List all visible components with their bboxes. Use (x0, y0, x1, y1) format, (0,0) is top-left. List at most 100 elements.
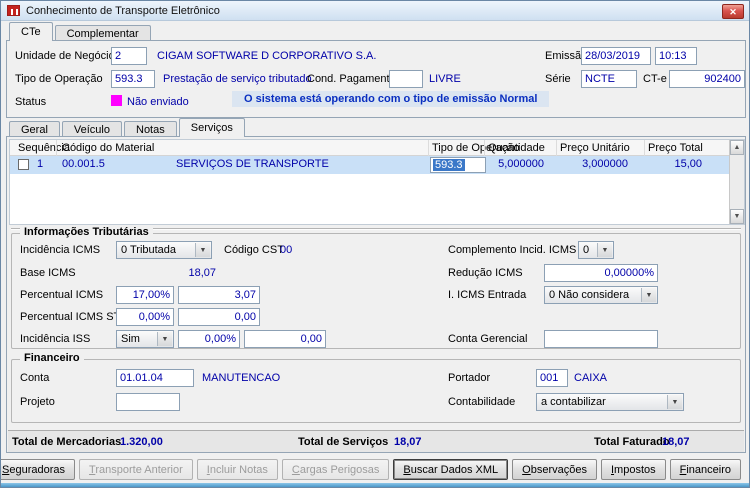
dropdown-arrow-icon[interactable] (641, 288, 656, 302)
table-vertical-scrollbar[interactable] (729, 140, 744, 224)
incluir-notas-button: Incluir Notas (196, 459, 278, 480)
icms-entrada-select[interactable]: 0 Não considera (544, 286, 658, 304)
observacoes-button[interactable]: Observações (512, 459, 597, 480)
incidencia-icms-select[interactable]: 0 Tributada (116, 241, 212, 259)
tributarias-group: Informações Tributárias Incidência ICMS … (11, 226, 741, 349)
dropdown-arrow-icon[interactable] (667, 395, 682, 409)
contabilidade-label: Contabilidade (448, 396, 516, 408)
cell-quantidade: 5,000000 (498, 158, 544, 170)
incidencia-icms-value: 0 Tributada (121, 244, 177, 256)
complemento-incid-label: Complemento Incid. ICMS (448, 244, 577, 256)
col-preco-unitario: Preço Unitário (560, 142, 630, 154)
contabilidade-select[interactable]: a contabilizar (536, 393, 684, 411)
close-button[interactable] (722, 4, 744, 19)
codigo-cst-label: Código CST (224, 244, 284, 256)
reducao-icms-field[interactable]: 0,00000% (544, 264, 658, 282)
financeiro-group: Financeiro Conta 01.01.04 MANUTENCAO Por… (11, 352, 741, 423)
projeto-field[interactable] (116, 393, 180, 411)
dropdown-arrow-icon[interactable] (157, 332, 172, 346)
incidencia-iss-select[interactable]: Sim (116, 330, 174, 348)
tab-cte-label: CTe (21, 26, 41, 38)
tab-servicos-label: Serviços (190, 122, 233, 134)
cell-tipo-operacao-value: 593.3 (433, 159, 465, 171)
tab-notas-label: Notas (136, 123, 165, 136)
system-message: O sistema está operando com o tipo de em… (232, 91, 550, 107)
dropdown-arrow-icon[interactable] (195, 243, 210, 257)
buscar-dados-xml-button-label: Buscar Dados XML (403, 463, 499, 476)
scroll-down-icon[interactable] (730, 209, 744, 224)
col-codigo-material: Código do Material (62, 142, 155, 154)
unidade-negocio-field[interactable]: 2 (111, 47, 147, 65)
buscar-dados-xml-button[interactable]: Buscar Dados XML (393, 459, 509, 480)
iss-valor-field[interactable]: 0,00 (244, 330, 326, 348)
tributarias-title: Informações Tributárias (20, 226, 153, 238)
seguradoras-button[interactable]: Seguradoras (1, 459, 76, 480)
financeiro-title: Financeiro (20, 352, 84, 364)
impostos-button[interactable]: Impostos (600, 459, 666, 480)
serie-label: Série (545, 73, 571, 85)
projeto-label: Projeto (20, 396, 55, 408)
portador-label: Portador (448, 372, 491, 384)
icms-entrada-label: I. ICMS Entrada (448, 289, 527, 301)
percentual-icms-st-pct-field[interactable]: 0,00% (116, 308, 174, 326)
seguradoras-button-label: Seguradoras (2, 463, 66, 476)
column-separator (556, 140, 557, 156)
cte-number-field[interactable]: 902400 (669, 70, 745, 88)
total-servicos-value: 18,07 (394, 436, 422, 448)
portador-field[interactable]: 001 (536, 369, 568, 387)
tab-complementar[interactable]: Complementar (54, 25, 151, 41)
emissao-time-field[interactable]: 10:13 (655, 47, 697, 65)
iss-pct-field[interactable]: 0,00% (178, 330, 240, 348)
table-row[interactable]: 1 00.001.5 SERVIÇOS DE TRANSPORTE 593.3 … (10, 156, 729, 174)
percentual-icms-valor-field[interactable]: 3,07 (178, 286, 260, 304)
tipo-operacao-field[interactable]: 593.3 (111, 70, 155, 88)
main-panel: Sequência Código do Material Tipo de Ope… (6, 136, 746, 453)
scroll-up-icon[interactable] (730, 140, 744, 155)
serie-field[interactable]: NCTE (581, 70, 637, 88)
cte-window: Conhecimento de Transporte Eletrônico CT… (0, 0, 750, 488)
col-quantidade: Quantidade (488, 142, 545, 154)
percentual-icms-st-valor-field[interactable]: 0,00 (178, 308, 260, 326)
conta-label: Conta (20, 372, 50, 384)
cell-material: SERVIÇOS DE TRANSPORTE (176, 158, 329, 170)
tab-geral[interactable]: Geral (9, 121, 60, 137)
tab-veiculo[interactable]: Veículo (61, 121, 122, 137)
mid-tab-strip: Geral Veículo Notas Serviços (9, 118, 247, 137)
unidade-negocio-label: Unidade de Negócio (15, 50, 115, 62)
tab-veiculo-label: Veículo (73, 123, 110, 136)
column-separator (484, 140, 485, 156)
dropdown-arrow-icon[interactable] (597, 243, 612, 257)
tab-geral-label: Geral (21, 123, 48, 136)
titlebar: Conhecimento de Transporte Eletrônico (1, 1, 749, 21)
total-mercadorias-label: Total de Mercadorias (12, 436, 122, 448)
conta-gerencial-label: Conta Gerencial (448, 333, 528, 345)
cond-pagamento-field[interactable] (389, 70, 423, 88)
window-bottom-edge (1, 483, 749, 487)
emissao-date-field[interactable]: 28/03/2019 (581, 47, 651, 65)
conta-gerencial-field[interactable] (544, 330, 658, 348)
percentual-icms-st-label: Percentual ICMS ST (20, 311, 121, 323)
tab-cte[interactable]: CTe (9, 22, 53, 41)
cte-number-label: CT-e (643, 73, 667, 85)
items-table: Sequência Código do Material Tipo de Ope… (9, 139, 745, 225)
icms-entrada-value: 0 Não considera (549, 289, 630, 301)
complemento-incid-value: 0 (583, 244, 590, 256)
top-tab-strip: CTe Complementar (9, 22, 153, 41)
cell-preco-total: 15,00 (674, 158, 702, 170)
conta-desc: MANUTENCAO (202, 372, 281, 384)
incidencia-icms-label: Incidência ICMS (20, 244, 101, 256)
base-icms-value: 18,07 (188, 267, 216, 279)
financeiro-button[interactable]: Financeiro (669, 459, 741, 480)
tab-servicos[interactable]: Serviços (178, 118, 245, 137)
tipo-operacao-desc: Prestação de serviço tributado (163, 73, 312, 85)
row-checkbox[interactable] (18, 159, 29, 170)
tab-notas[interactable]: Notas (124, 121, 177, 137)
complemento-incid-select[interactable]: 0 (578, 241, 614, 259)
percentual-icms-pct-field[interactable]: 17,00% (116, 286, 174, 304)
totals-bar: Total de Mercadorias 1.320,00 Total de S… (8, 430, 744, 452)
conta-field[interactable]: 01.01.04 (116, 369, 194, 387)
total-mercadorias-value: 1.320,00 (120, 436, 163, 448)
column-separator (644, 140, 645, 156)
codigo-cst-value: 00 (280, 244, 293, 256)
cond-pagamento-desc: LIVRE (429, 73, 461, 85)
